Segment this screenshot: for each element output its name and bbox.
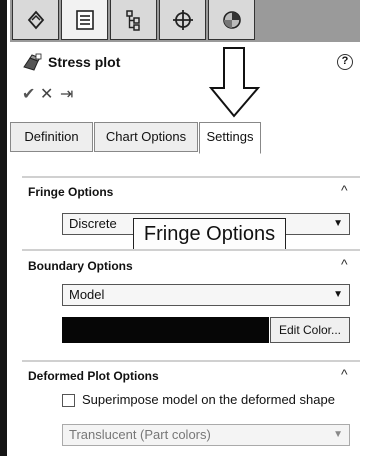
deformed-plot-options-title[interactable]: Deformed Plot Options — [28, 369, 159, 383]
superimpose-label[interactable]: Superimpose model on the deformed shape — [82, 392, 335, 407]
collapse-deformed-icon[interactable]: ^ — [341, 366, 348, 382]
panel-header: Stress plot ? — [22, 52, 353, 74]
property-tabs: Definition Chart Options Settings — [10, 122, 360, 154]
deformed-style-select[interactable]: Translucent (Part colors) ▼ — [62, 424, 350, 446]
chevron-down-icon: ▼ — [333, 289, 343, 300]
stress-plot-icon — [23, 53, 42, 71]
property-manager-tab[interactable] — [61, 0, 108, 40]
boundary-options-title[interactable]: Boundary Options — [28, 259, 133, 273]
help-icon[interactable]: ? — [337, 54, 353, 70]
boundary-type-value: Model — [69, 287, 105, 302]
deformed-style-value: Translucent (Part colors) — [69, 427, 211, 442]
tab-definition[interactable]: Definition — [10, 122, 93, 152]
section-divider — [22, 249, 360, 251]
edit-color-button[interactable]: Edit Color... — [270, 317, 350, 343]
configuration-manager-icon — [125, 9, 140, 31]
ok-button[interactable]: ✔ — [22, 84, 35, 104]
property-manager-icon — [75, 9, 94, 30]
section-divider — [22, 176, 360, 178]
superimpose-checkbox[interactable] — [62, 394, 75, 407]
tab-settings[interactable]: Settings — [199, 122, 261, 154]
chevron-down-icon: ▼ — [333, 218, 343, 229]
display-manager-icon — [222, 10, 241, 29]
fringe-type-value: Discrete — [69, 216, 117, 231]
tooltip: Fringe Options — [133, 218, 286, 251]
down-arrow-icon — [208, 47, 261, 118]
cancel-button[interactable]: ✕ — [40, 84, 53, 104]
manager-tabs — [10, 0, 360, 42]
configuration-manager-tab[interactable] — [110, 0, 157, 40]
collapse-fringe-icon[interactable]: ^ — [341, 182, 348, 198]
feature-manager-tab[interactable] — [12, 0, 59, 40]
left-border — [0, 0, 7, 456]
boundary-type-select[interactable]: Model ▼ — [62, 284, 350, 306]
collapse-boundary-icon[interactable]: ^ — [341, 256, 348, 272]
display-manager-tab[interactable] — [208, 0, 255, 40]
chevron-down-icon: ▼ — [333, 429, 343, 440]
fringe-options-title[interactable]: Fringe Options — [28, 185, 113, 199]
right-edge — [362, 0, 370, 456]
feature-manager-icon — [27, 10, 44, 29]
boundary-color-swatch — [62, 317, 269, 343]
dimxpert-icon — [172, 9, 193, 30]
pin-button[interactable]: ⇥ — [60, 84, 73, 104]
tab-chart-options[interactable]: Chart Options — [94, 122, 198, 152]
panel-title: Stress plot — [48, 54, 121, 70]
section-divider — [22, 360, 360, 362]
dimxpert-tab[interactable] — [159, 0, 206, 40]
